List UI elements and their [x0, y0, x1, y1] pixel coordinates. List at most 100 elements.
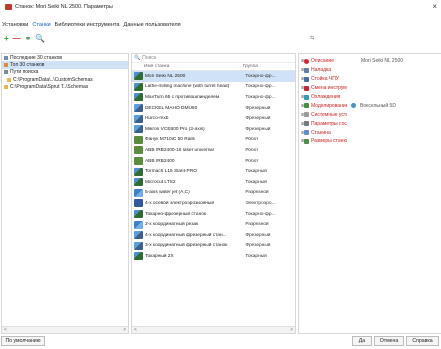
table-row[interactable]: 2-х координатный резак Разрезной [132, 219, 295, 230]
tab-settings[interactable]: Установки [2, 22, 28, 31]
property-label: Наладка [311, 67, 332, 74]
property-label: Размеры станка [311, 138, 347, 145]
machine-properties: ⊞ Описание Mori Seiki NL 2500 ⊞ Наладка ⊞ Стой… [298, 53, 441, 334]
list-header: Имя станка Группа [132, 63, 295, 71]
property-row[interactable]: ⊞ Стойка ЧПУ [299, 75, 441, 84]
tool-icon [304, 85, 309, 91]
cancel-button[interactable]: Отмена [374, 336, 404, 346]
table-row[interactable]: 4-х координатный фрезерный стан... Фрезер… [132, 230, 295, 241]
tree-item-top[interactable]: Топ 30 станков [2, 61, 128, 69]
property-row[interactable]: ⊞ Моделирование Воксельный 5D [299, 101, 441, 110]
machine-group: Робот [245, 158, 259, 164]
lathe-machine-icon [134, 93, 143, 102]
machine-name: MaxTurn 65 с противошпинделем [144, 94, 220, 100]
table-row[interactable]: Mori Seiki NL 2500 Токарно-фр... [132, 71, 295, 82]
search-icon[interactable]: 🔍 [35, 35, 45, 43]
machine-group: Робот [245, 137, 259, 143]
machine-group: Токарно-фр... [245, 211, 276, 217]
table-row[interactable]: Фанук M710iC 50 Rails Робот [132, 135, 295, 146]
table-row[interactable]: Токарно-фрезерный станок Токарно-фр... [132, 209, 295, 220]
mill-machine-icon [134, 231, 143, 240]
property-row[interactable]: ⊞Смена инструмен [299, 84, 441, 93]
machine-group: Токарно-фр... [245, 84, 276, 90]
table-row[interactable]: Hurco-mxb Фрезерный [132, 113, 295, 124]
machine-sources-tree: Последние 30 станков Топ 30 станков Пути… [1, 53, 129, 334]
table-row[interactable]: 4-х осевой электроэрозионный Электроэро..… [132, 198, 295, 209]
machine-group: Фрезерный [245, 116, 271, 122]
table-row[interactable]: ABB IRB2400-16 laser universal Робот [132, 145, 295, 156]
table-row[interactable]: Tormach L15 Slant-PRO Токарный [132, 166, 295, 177]
tab-machines[interactable]: Станки [32, 22, 50, 31]
add-icon[interactable]: + [4, 35, 9, 43]
tree-item-schemas[interactable]: C:\ProgramData\Sprut T..\Schemas [2, 84, 128, 91]
property-label: Параметры сост [311, 120, 347, 127]
voxel-icon [351, 103, 356, 109]
machine-group: Токарно-фр... [245, 94, 276, 100]
tab-tool-libraries[interactable]: Библиотеки инструмента [55, 22, 120, 31]
remove-icon[interactable]: — [13, 35, 21, 43]
tree-item-recent[interactable]: Последние 30 станков [2, 54, 128, 61]
property-row[interactable]: ⊞ Параметры сост [299, 119, 441, 128]
machine-name: 4-х координатный фрезерный стан... [144, 232, 227, 238]
close-button[interactable]: × [432, 2, 437, 11]
machine-name: Токарно-фрезерный станок [144, 211, 207, 217]
search-icon: 🔍 [134, 55, 141, 61]
property-row[interactable]: ⊞ Описание Mori Seiki NL 2500 [299, 57, 441, 66]
property-row[interactable]: ⊞Системные устан [299, 110, 441, 119]
tree-item-custom-schemas[interactable]: C:\ProgramData\..\CustomSchemas [2, 76, 128, 83]
dialog-buttons: По умолчанию Да Отмена Справка [0, 336, 441, 349]
scroll-right-arrow[interactable]: > [123, 327, 126, 333]
title-bar: Станок: Mori Seiki NL 2500. Параметры × [0, 0, 441, 14]
ok-button[interactable]: Да [352, 336, 372, 346]
sys-icon [304, 112, 309, 118]
property-value[interactable]: Воксельный 5D [358, 103, 396, 109]
table-row[interactable]: 5-axis water jet (A,C) Разрезной [132, 188, 295, 199]
lathe-machine-icon [134, 178, 143, 187]
app-icon [5, 4, 12, 10]
table-row[interactable]: Mikron VCE600 Pro (3-axis) Фрезерный [132, 124, 295, 135]
lathe-machine-icon [134, 210, 143, 219]
link-icon[interactable]: ⚭ [25, 35, 32, 43]
property-row[interactable]: ⊞ Наладка [299, 66, 441, 75]
scroll-left-arrow[interactable]: < [4, 327, 7, 333]
property-row[interactable]: ⊞ Станина [299, 128, 441, 137]
scroll-left-arrow[interactable]: < [134, 327, 137, 333]
table-row[interactable]: MaxTurn 65 с противошпинделем Токарно-фр.… [132, 92, 295, 103]
mill-machine-icon [134, 125, 143, 134]
help-button[interactable]: Справка [406, 336, 439, 346]
property-value[interactable]: Mori Seiki NL 2500 [347, 58, 403, 64]
default-button[interactable]: По умолчанию [1, 336, 45, 346]
machine-name: 3-х координатный фрезерный станок [144, 243, 228, 249]
property-row[interactable]: ⊞ Охлаждения [299, 93, 441, 102]
table-row[interactable]: DECKEL MAHO DMU60 Фрезерный [132, 103, 295, 114]
cutter-machine-icon [134, 188, 143, 197]
table-row[interactable]: Lathe-milling machine (with turret head)… [132, 82, 295, 93]
mid-scrollbar[interactable]: < > [132, 326, 295, 333]
table-row[interactable]: ABB IRB2400 Робот [132, 156, 295, 167]
machine-name: Токарный 2X [144, 253, 174, 259]
machine-name: DECKEL MAHO DMU60 [144, 105, 198, 111]
size-icon [304, 138, 309, 144]
param-icon [304, 121, 309, 127]
property-row[interactable]: ⊞ Размеры станка [299, 137, 441, 146]
sim-icon [304, 103, 309, 109]
table-row[interactable]: Токарный 2X Токарный [132, 251, 295, 262]
table-row[interactable]: Microcut LTS2 Токарный [132, 177, 295, 188]
column-machine-name[interactable]: Имя станка [132, 64, 243, 69]
search-input[interactable]: 🔍 Поиск [132, 54, 295, 63]
scroll-right-arrow[interactable]: > [290, 327, 293, 333]
machine-group: Токарный [245, 253, 267, 259]
table-row[interactable]: 3-х координатный фрезерный станок Фрезерн… [132, 241, 295, 252]
machine-group: Токарно-фр... [245, 73, 276, 79]
machine-list: 🔍 Поиск Имя станка Группа Mori Seiki NL … [131, 53, 296, 334]
machine-group: Фрезерный [245, 105, 271, 111]
left-scrollbar[interactable]: < > [2, 326, 128, 333]
machine-group: Разрезной [245, 222, 269, 228]
tab-user-data[interactable]: Данные пользователя [124, 22, 181, 31]
machine-name: Tormach L15 Slant-PRO [144, 169, 197, 175]
swap-columns-icon[interactable]: ⇆ [310, 35, 314, 41]
tree-item-search-paths[interactable]: Пути поиска [2, 69, 128, 76]
column-group[interactable]: Группа [243, 64, 295, 69]
settings-tabs: Установки Станки Библиотеки инструмента … [0, 22, 181, 31]
machine-name: Microcut LTS2 [144, 179, 176, 185]
